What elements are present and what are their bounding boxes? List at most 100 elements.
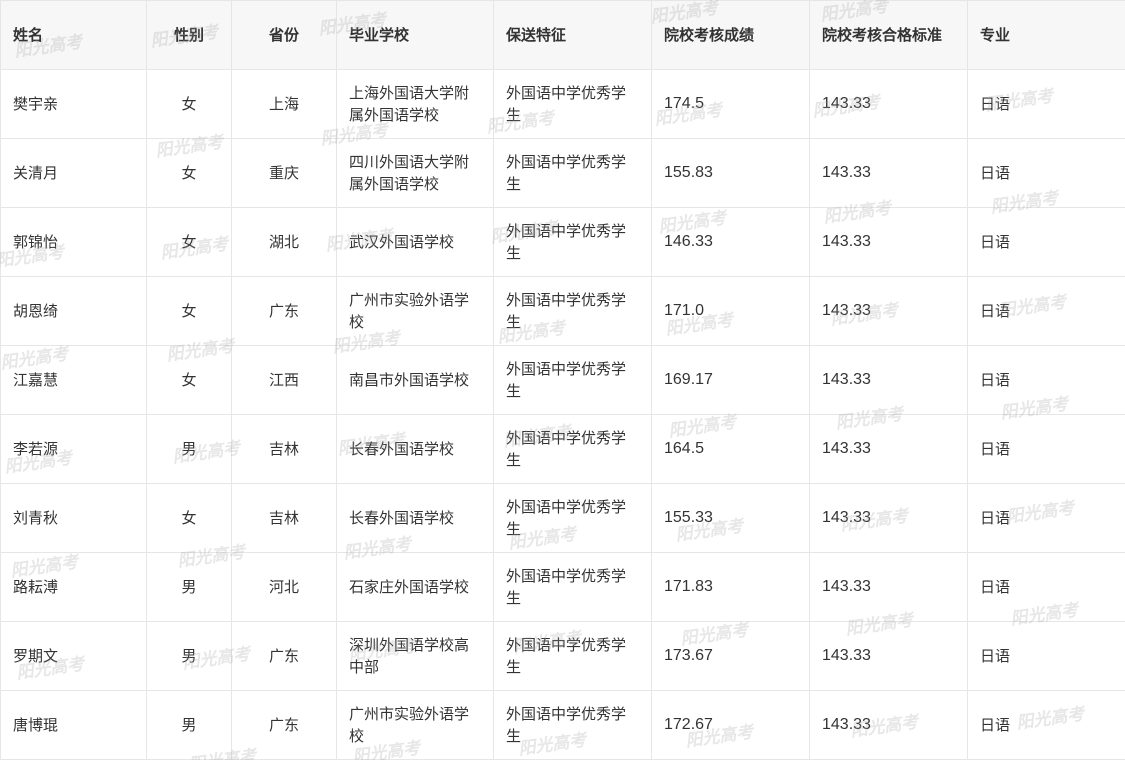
- cell-name: 关清月: [0, 138, 147, 208]
- cell-score: 172.67: [651, 690, 810, 760]
- cell-feature: 外国语中学优秀学生: [493, 207, 652, 277]
- cell-standard: 143.33: [809, 276, 968, 346]
- cell-feature: 外国语中学优秀学生: [493, 276, 652, 346]
- cell-standard: 143.33: [809, 414, 968, 484]
- cell-major: 日语: [967, 207, 1125, 277]
- cell-score: 174.5: [651, 69, 810, 139]
- header-gender: 性别: [146, 0, 232, 70]
- cell-score: 171.0: [651, 276, 810, 346]
- cell-major: 日语: [967, 276, 1125, 346]
- cell-name: 唐博琨: [0, 690, 147, 760]
- cell-score: 155.33: [651, 483, 810, 553]
- header-score: 院校考核成绩: [651, 0, 810, 70]
- cell-gender: 女: [146, 138, 232, 208]
- table-row: 罗期文 男 广东 深圳外国语学校高中部 外国语中学优秀学生 173.67 143…: [0, 621, 1125, 691]
- table-row: 刘青秋 女 吉林 长春外国语学校 外国语中学优秀学生 155.33 143.33…: [0, 483, 1125, 553]
- cell-school: 四川外国语大学附属外国语学校: [336, 138, 494, 208]
- cell-province: 湖北: [231, 207, 337, 277]
- cell-gender: 男: [146, 690, 232, 760]
- cell-province: 吉林: [231, 483, 337, 553]
- header-school: 毕业学校: [336, 0, 494, 70]
- cell-score: 173.67: [651, 621, 810, 691]
- cell-province: 上海: [231, 69, 337, 139]
- cell-major: 日语: [967, 414, 1125, 484]
- cell-major: 日语: [967, 69, 1125, 139]
- cell-school: 广州市实验外语学校: [336, 276, 494, 346]
- cell-standard: 143.33: [809, 138, 968, 208]
- header-major: 专业: [967, 0, 1125, 70]
- cell-name: 路耘溥: [0, 552, 147, 622]
- cell-gender: 男: [146, 621, 232, 691]
- cell-gender: 女: [146, 483, 232, 553]
- cell-major: 日语: [967, 621, 1125, 691]
- cell-school: 南昌市外国语学校: [336, 345, 494, 415]
- cell-feature: 外国语中学优秀学生: [493, 690, 652, 760]
- table-row: 路耘溥 男 河北 石家庄外国语学校 外国语中学优秀学生 171.83 143.3…: [0, 552, 1125, 622]
- cell-major: 日语: [967, 138, 1125, 208]
- table-row: 李若源 男 吉林 长春外国语学校 外国语中学优秀学生 164.5 143.33 …: [0, 414, 1125, 484]
- cell-gender: 女: [146, 207, 232, 277]
- cell-standard: 143.33: [809, 483, 968, 553]
- table-row: 江嘉慧 女 江西 南昌市外国语学校 外国语中学优秀学生 169.17 143.3…: [0, 345, 1125, 415]
- table-row: 胡恩绮 女 广东 广州市实验外语学校 外国语中学优秀学生 171.0 143.3…: [0, 276, 1125, 346]
- cell-name: 郭锦怡: [0, 207, 147, 277]
- cell-name: 江嘉慧: [0, 345, 147, 415]
- cell-major: 日语: [967, 552, 1125, 622]
- cell-score: 169.17: [651, 345, 810, 415]
- cell-feature: 外国语中学优秀学生: [493, 552, 652, 622]
- cell-standard: 143.33: [809, 345, 968, 415]
- cell-feature: 外国语中学优秀学生: [493, 414, 652, 484]
- cell-name: 樊宇亲: [0, 69, 147, 139]
- cell-major: 日语: [967, 690, 1125, 760]
- cell-feature: 外国语中学优秀学生: [493, 483, 652, 553]
- cell-gender: 女: [146, 276, 232, 346]
- cell-name: 李若源: [0, 414, 147, 484]
- cell-feature: 外国语中学优秀学生: [493, 138, 652, 208]
- cell-feature: 外国语中学优秀学生: [493, 621, 652, 691]
- cell-province: 吉林: [231, 414, 337, 484]
- cell-feature: 外国语中学优秀学生: [493, 69, 652, 139]
- cell-gender: 女: [146, 345, 232, 415]
- cell-feature: 外国语中学优秀学生: [493, 345, 652, 415]
- cell-standard: 143.33: [809, 69, 968, 139]
- header-standard: 院校考核合格标准: [809, 0, 968, 70]
- table-header-row: 姓名 性别 省份 毕业学校 保送特征 院校考核成绩 院校考核合格标准 专业: [0, 0, 1125, 70]
- header-province: 省份: [231, 0, 337, 70]
- table-row: 樊宇亲 女 上海 上海外国语大学附属外国语学校 外国语中学优秀学生 174.5 …: [0, 69, 1125, 139]
- header-feature: 保送特征: [493, 0, 652, 70]
- cell-major: 日语: [967, 483, 1125, 553]
- table-row: 郭锦怡 女 湖北 武汉外国语学校 外国语中学优秀学生 146.33 143.33…: [0, 207, 1125, 277]
- cell-name: 刘青秋: [0, 483, 147, 553]
- cell-major: 日语: [967, 345, 1125, 415]
- admission-table: 姓名 性别 省份 毕业学校 保送特征 院校考核成绩 院校考核合格标准 专业 樊宇…: [0, 0, 1125, 760]
- cell-school: 长春外国语学校: [336, 414, 494, 484]
- cell-province: 河北: [231, 552, 337, 622]
- cell-school: 长春外国语学校: [336, 483, 494, 553]
- cell-school: 上海外国语大学附属外国语学校: [336, 69, 494, 139]
- header-name: 姓名: [0, 0, 147, 70]
- cell-name: 胡恩绮: [0, 276, 147, 346]
- cell-school: 石家庄外国语学校: [336, 552, 494, 622]
- cell-school: 深圳外国语学校高中部: [336, 621, 494, 691]
- cell-province: 广东: [231, 276, 337, 346]
- cell-province: 广东: [231, 621, 337, 691]
- cell-score: 171.83: [651, 552, 810, 622]
- cell-province: 江西: [231, 345, 337, 415]
- cell-score: 146.33: [651, 207, 810, 277]
- cell-gender: 男: [146, 552, 232, 622]
- cell-standard: 143.33: [809, 621, 968, 691]
- table-row: 唐博琨 男 广东 广州市实验外语学校 外国语中学优秀学生 172.67 143.…: [0, 690, 1125, 760]
- cell-school: 武汉外国语学校: [336, 207, 494, 277]
- cell-school: 广州市实验外语学校: [336, 690, 494, 760]
- cell-standard: 143.33: [809, 690, 968, 760]
- cell-score: 155.83: [651, 138, 810, 208]
- cell-gender: 男: [146, 414, 232, 484]
- cell-standard: 143.33: [809, 552, 968, 622]
- cell-province: 广东: [231, 690, 337, 760]
- cell-score: 164.5: [651, 414, 810, 484]
- cell-standard: 143.33: [809, 207, 968, 277]
- cell-gender: 女: [146, 69, 232, 139]
- cell-province: 重庆: [231, 138, 337, 208]
- cell-name: 罗期文: [0, 621, 147, 691]
- table-row: 关清月 女 重庆 四川外国语大学附属外国语学校 外国语中学优秀学生 155.83…: [0, 138, 1125, 208]
